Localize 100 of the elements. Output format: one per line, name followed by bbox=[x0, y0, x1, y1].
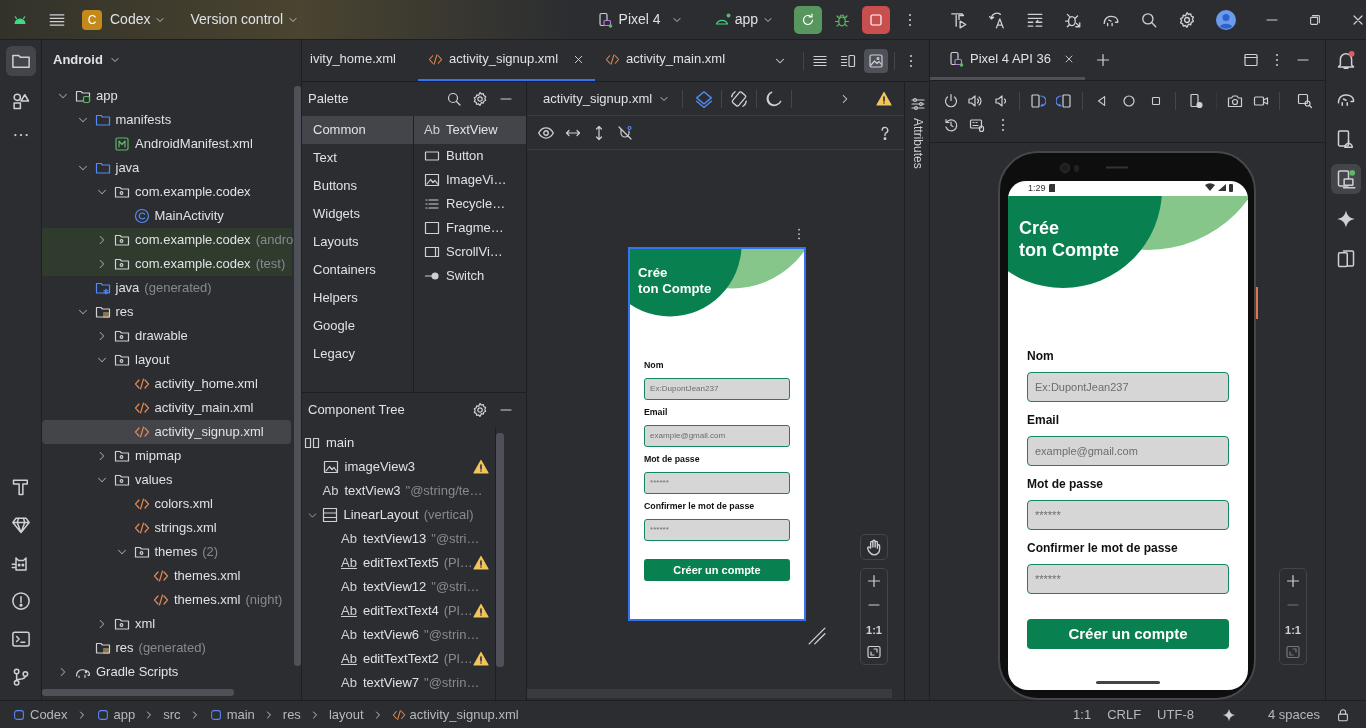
tree-item[interactable]: manifests bbox=[42, 108, 291, 132]
editor-tab[interactable]: activity_signup.xml bbox=[417, 40, 596, 81]
palette-widget[interactable]: Button bbox=[414, 144, 526, 168]
breadcrumb-item[interactable]: res bbox=[282, 704, 301, 725]
tree-item[interactable]: res bbox=[42, 300, 291, 324]
breadcrumb-item[interactable]: activity_signup.xml bbox=[409, 704, 519, 725]
module-icon[interactable] bbox=[714, 11, 731, 28]
resize-handle-icon[interactable] bbox=[808, 627, 826, 646]
settings-icon[interactable] bbox=[472, 402, 488, 418]
palette-category[interactable]: Buttons bbox=[302, 172, 413, 200]
actual-size-button[interactable]: 1:1 bbox=[1285, 617, 1301, 644]
tree-item[interactable]: com.example.codex bbox=[42, 180, 291, 204]
tree-item[interactable]: res (generated) bbox=[42, 636, 291, 660]
tree-item[interactable]: Gradle Scripts bbox=[42, 660, 291, 684]
terminal-icon[interactable] bbox=[10, 629, 31, 649]
palette-widget[interactable]: Switch bbox=[414, 264, 526, 288]
vertical-scrollbar[interactable] bbox=[294, 86, 301, 666]
palette-category[interactable]: Google bbox=[302, 312, 413, 340]
problems-icon[interactable] bbox=[10, 591, 31, 611]
warning-icon[interactable] bbox=[473, 651, 489, 667]
running-devices-button[interactable] bbox=[1331, 164, 1361, 194]
translate-icon[interactable] bbox=[988, 10, 1006, 29]
avatar-icon[interactable] bbox=[1216, 9, 1236, 30]
tree-item[interactable]: mipmap bbox=[42, 444, 291, 468]
tree-item[interactable]: app bbox=[42, 84, 291, 108]
signup-button[interactable]: Créer un compte bbox=[1027, 618, 1229, 649]
component-item[interactable]: Ab textView12 "@stri… bbox=[302, 575, 495, 599]
tree-item[interactable]: activity_home.xml bbox=[42, 372, 291, 396]
component-item[interactable]: Ab textView6 "@strin… bbox=[302, 623, 495, 647]
settings-icon[interactable] bbox=[1178, 10, 1196, 29]
restore-icon[interactable] bbox=[1308, 12, 1322, 27]
palette-category[interactable]: Text bbox=[302, 144, 413, 172]
breadcrumb-item[interactable]: src bbox=[163, 704, 181, 725]
warning-icon[interactable] bbox=[876, 90, 892, 107]
search-icon[interactable] bbox=[446, 91, 462, 107]
notifications-icon[interactable] bbox=[1336, 50, 1356, 70]
tree-item[interactable]: themes.xml (night) bbox=[42, 588, 291, 612]
palette-widget[interactable]: Ab TextView bbox=[414, 116, 526, 144]
component-item[interactable]: Ab textView13 "@stri… bbox=[302, 527, 495, 551]
night-mode-icon[interactable] bbox=[765, 89, 784, 108]
palette-category[interactable]: Widgets bbox=[302, 200, 413, 228]
home-icon[interactable] bbox=[1121, 93, 1137, 110]
tree-item[interactable]: java (generated) bbox=[42, 276, 291, 300]
component-item[interactable]: Ab textView7 "@strin… bbox=[302, 671, 495, 695]
warning-icon[interactable] bbox=[473, 459, 489, 475]
magnet-icon[interactable] bbox=[617, 124, 633, 141]
component-item[interactable]: Ab editTextText2 (Pl… bbox=[302, 647, 495, 671]
component-item[interactable]: Ab editTextText4 (Pl… bbox=[302, 599, 495, 623]
signup-button[interactable]: Créer un compte bbox=[643, 559, 791, 581]
palette-category[interactable]: Common bbox=[302, 116, 413, 144]
palette-widget[interactable]: Recycle… bbox=[414, 192, 526, 216]
tree-item[interactable]: themes.xml bbox=[42, 564, 291, 588]
editor-tab[interactable]: ivity_home.xml bbox=[302, 40, 418, 81]
vertical-scrollbar[interactable] bbox=[496, 433, 504, 667]
rotate-left-icon[interactable] bbox=[1030, 93, 1046, 110]
debug-icon[interactable] bbox=[834, 11, 850, 28]
component-item[interactable]: LinearLayout (vertical) bbox=[302, 503, 495, 527]
device-selector[interactable]: Pixel 4 bbox=[618, 9, 661, 30]
design-view-button[interactable] bbox=[864, 48, 888, 73]
tree-item[interactable]: com.example.codex (test) bbox=[42, 252, 292, 276]
tree-item[interactable]: drawable bbox=[42, 324, 291, 348]
file-encoding[interactable]: UTF-8 bbox=[1157, 704, 1194, 725]
text-field[interactable]: example@gmail.com bbox=[1027, 435, 1229, 466]
palette-widget[interactable]: ScrollVi… bbox=[414, 240, 526, 264]
palette-category[interactable]: Layouts bbox=[302, 228, 413, 256]
tree-item[interactable]: activity_main.xml bbox=[42, 396, 291, 420]
layers-icon[interactable] bbox=[695, 89, 714, 108]
stop-button[interactable] bbox=[862, 5, 890, 34]
indent-setting[interactable]: 4 spaces bbox=[1267, 704, 1320, 725]
editor-tab[interactable]: activity_main.xml bbox=[595, 40, 736, 81]
tree-item[interactable]: java bbox=[42, 156, 291, 180]
build-run-icon[interactable] bbox=[950, 10, 968, 29]
palette-category[interactable]: Containers bbox=[302, 256, 413, 284]
run-config-selector[interactable]: app bbox=[734, 9, 758, 30]
text-field[interactable]: ****** bbox=[1027, 563, 1229, 594]
lock-icon[interactable] bbox=[1336, 707, 1350, 722]
hammer-icon[interactable] bbox=[10, 477, 31, 497]
add-icon[interactable] bbox=[1094, 52, 1111, 69]
keyboard-icon[interactable] bbox=[969, 116, 985, 133]
palette-category[interactable]: Helpers bbox=[302, 284, 413, 312]
tree-item[interactable]: values bbox=[42, 468, 291, 492]
tree-item[interactable]: xml bbox=[42, 612, 291, 636]
snapshot-icon[interactable] bbox=[1188, 93, 1204, 110]
tree-item[interactable]: strings.xml bbox=[42, 516, 291, 540]
settings-icon[interactable] bbox=[472, 91, 488, 107]
text-field[interactable]: Ex:DupontJean237 bbox=[1027, 371, 1229, 402]
project-name[interactable]: Codex bbox=[110, 9, 151, 30]
layout-file-selector[interactable]: activity_signup.xml bbox=[543, 88, 653, 109]
text-field[interactable]: ****** bbox=[1027, 499, 1229, 530]
text-field[interactable]: Ex:DupontJean237 bbox=[643, 378, 791, 400]
warning-icon[interactable] bbox=[473, 603, 489, 619]
text-field[interactable]: example@gmail.com bbox=[643, 424, 791, 447]
breadcrumb-item[interactable]: Codex bbox=[30, 704, 68, 725]
fit-screen-icon[interactable] bbox=[866, 643, 882, 660]
orientation-icon[interactable] bbox=[730, 89, 749, 108]
gem-icon[interactable] bbox=[10, 515, 31, 535]
tree-item[interactable]: com.example.codex (andro bbox=[42, 228, 292, 252]
tree-item[interactable]: MainActivity bbox=[42, 204, 291, 228]
project-view-selector[interactable]: Android bbox=[53, 50, 103, 70]
zoom-in-icon[interactable] bbox=[1285, 573, 1301, 589]
